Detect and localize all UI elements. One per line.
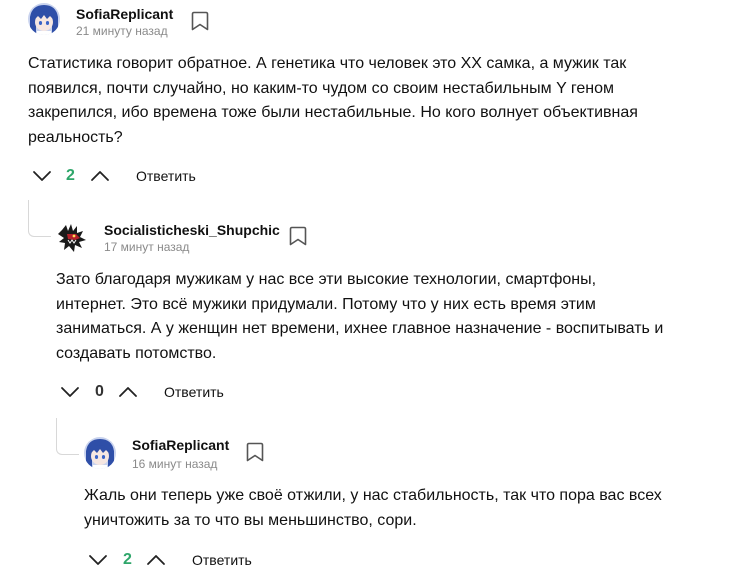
comments-page: SofiaReplicant 21 минуту назад Статистик… bbox=[0, 0, 744, 581]
upvote-button[interactable] bbox=[116, 380, 140, 404]
comment-timestamp: 16 минут назад bbox=[132, 457, 218, 471]
rating-value: 0 bbox=[95, 383, 104, 400]
reply-button[interactable]: Ответить bbox=[164, 380, 224, 404]
chevron-down-icon bbox=[61, 387, 79, 397]
comment: SofiaReplicant 21 минуту назад Статистик… bbox=[0, 0, 744, 195]
comment-text: Статистика говорит обратное. А генетика … bbox=[28, 55, 638, 146]
comment-actions: 2 Ответить bbox=[86, 548, 286, 572]
comment-text: Зато благодаря мужикам у нас все эти выс… bbox=[56, 271, 664, 362]
dragon-avatar-icon bbox=[56, 222, 88, 254]
comment-author[interactable]: Socialisticheski_Shupchic bbox=[104, 222, 280, 238]
downvote-button[interactable] bbox=[58, 380, 82, 404]
rating-value: 2 bbox=[123, 551, 132, 568]
bookmark-icon bbox=[289, 226, 307, 246]
downvote-button[interactable] bbox=[86, 548, 110, 572]
chevron-down-icon bbox=[89, 555, 107, 565]
comment-author[interactable]: SofiaReplicant bbox=[76, 6, 173, 22]
comment-actions: 0 Ответить bbox=[58, 380, 258, 404]
comment-actions: 2 Ответить bbox=[30, 164, 230, 188]
comment-reply: Socialisticheski_Shupchic 17 минут назад… bbox=[0, 210, 744, 415]
comment-author[interactable]: SofiaReplicant bbox=[132, 437, 229, 453]
reply-button[interactable]: Ответить bbox=[136, 164, 196, 188]
avatar[interactable] bbox=[84, 437, 116, 469]
upvote-button[interactable] bbox=[88, 164, 112, 188]
comment-timestamp: 21 минуту назад bbox=[76, 24, 168, 38]
comment-reply: SofiaReplicant 16 минут назад Жаль они т… bbox=[0, 428, 744, 581]
anime-avatar-icon bbox=[28, 3, 60, 35]
avatar[interactable] bbox=[56, 222, 88, 254]
avatar[interactable] bbox=[28, 3, 60, 35]
chevron-up-icon bbox=[91, 171, 109, 181]
comment-timestamp: 17 минут назад bbox=[104, 240, 190, 254]
rating-value: 2 bbox=[66, 167, 75, 184]
chevron-down-icon bbox=[33, 171, 51, 181]
chevron-up-icon bbox=[119, 387, 137, 397]
bookmark-button[interactable] bbox=[288, 225, 308, 247]
reply-button[interactable]: Ответить bbox=[192, 548, 252, 572]
bookmark-button[interactable] bbox=[190, 10, 210, 32]
bookmark-icon bbox=[246, 442, 264, 462]
bookmark-icon bbox=[191, 11, 209, 31]
chevron-up-icon bbox=[147, 555, 165, 565]
upvote-button[interactable] bbox=[144, 548, 168, 572]
comment-text: Жаль они теперь уже своё отжили, у нас с… bbox=[84, 487, 662, 529]
downvote-button[interactable] bbox=[30, 164, 54, 188]
anime-avatar-icon bbox=[84, 437, 116, 469]
bookmark-button[interactable] bbox=[245, 441, 265, 463]
